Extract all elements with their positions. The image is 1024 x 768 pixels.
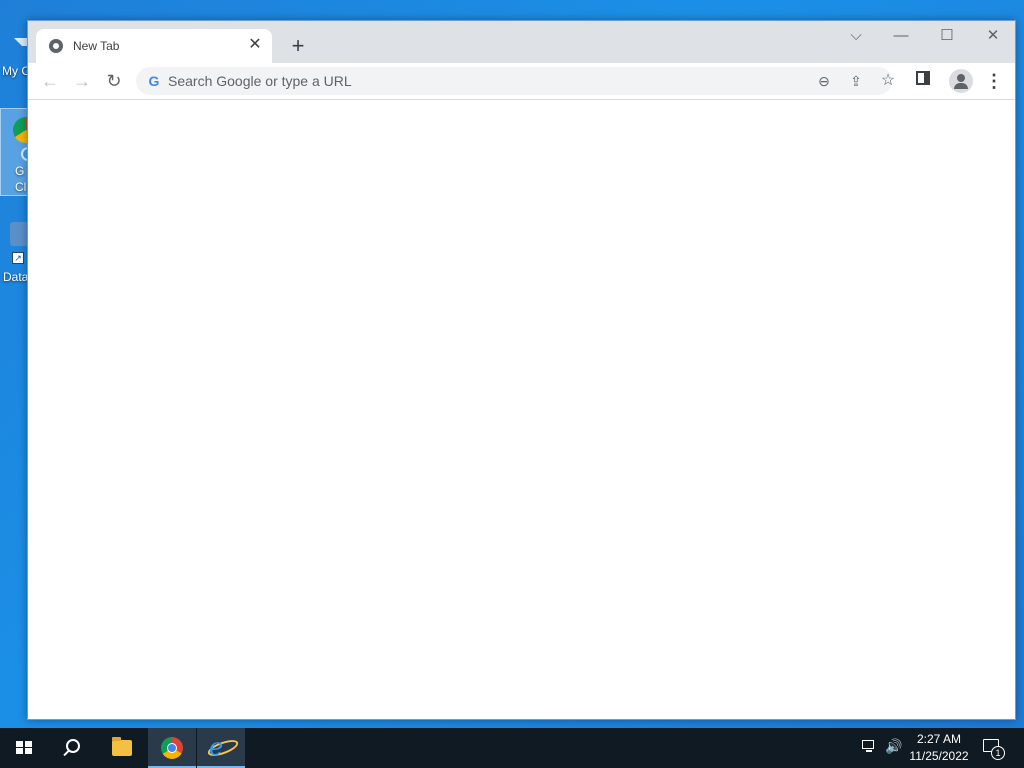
tab-title: New Tab <box>73 39 120 53</box>
chrome-icon <box>161 737 183 759</box>
clock-date: 11/25/2022 <box>909 749 969 763</box>
chrome-favicon-icon <box>49 39 63 53</box>
taskbar-search-button[interactable] <box>48 728 96 768</box>
taskbar: e 🔊 2:27 AM 11/25/2022 1 <box>0 728 1024 768</box>
file-explorer-button[interactable] <box>98 728 146 768</box>
desktop-icon-label: Data <box>3 270 28 284</box>
desktop-icon-data[interactable]: ↗ Data <box>0 216 28 286</box>
volume-icon[interactable]: 🔊 <box>885 738 902 755</box>
kebab-menu-icon[interactable]: ⋮ <box>982 69 1006 93</box>
network-icon[interactable] <box>862 740 878 754</box>
desktop-icon-my-computer[interactable]: My C <box>0 10 28 80</box>
url-input[interactable] <box>168 71 788 91</box>
desktop-icon-label: My C <box>2 64 28 78</box>
system-clock[interactable]: 2:27 AM 11/25/2022 <box>904 731 974 765</box>
google-g-icon: G <box>148 73 160 89</box>
zoom-out-icon[interactable]: ⊖ <box>812 69 836 93</box>
address-bar[interactable]: G ⊖ ⇪ ☆ <box>136 67 895 95</box>
desktop-icon-label: G Cl <box>15 164 27 194</box>
clock-time: 2:27 AM <box>916 732 962 746</box>
tab-strip: New Tab ✕ + ⌵ — ☐ ✕ <box>28 21 1015 63</box>
new-tab-button[interactable]: + <box>286 35 310 59</box>
page-content <box>28 100 1015 719</box>
notification-count-badge: 1 <box>991 746 1005 760</box>
desktop-icon-google-chrome[interactable]: G Cl <box>0 108 28 196</box>
start-button[interactable] <box>0 728 48 768</box>
chrome-taskbar-button[interactable] <box>148 728 196 768</box>
maximize-button[interactable]: ☐ <box>927 25 967 47</box>
minimize-button[interactable]: — <box>881 25 921 47</box>
profile-avatar-icon[interactable] <box>949 69 973 93</box>
tab-close-icon[interactable]: ✕ <box>246 36 264 54</box>
computer-icon <box>14 38 28 60</box>
folder-icon <box>112 737 132 756</box>
tab-new-tab[interactable]: New Tab ✕ <box>36 29 272 63</box>
windows-logo-icon <box>16 741 32 755</box>
tab-search-chevron-icon[interactable]: ⌵ <box>836 25 876 47</box>
internet-explorer-icon: e <box>209 733 224 761</box>
chrome-icon <box>13 117 27 143</box>
share-icon[interactable]: ⇪ <box>844 69 868 93</box>
reload-icon[interactable]: ↻ <box>100 67 128 95</box>
search-icon <box>66 739 80 753</box>
browser-toolbar: ← → ↻ G ⊖ ⇪ ☆ ⋮ <box>28 63 1015 100</box>
data-shortcut-icon <box>10 222 28 246</box>
back-arrow-icon[interactable]: ← <box>36 67 64 95</box>
close-window-button[interactable]: ✕ <box>973 25 1013 47</box>
internet-explorer-button[interactable]: e <box>197 728 245 768</box>
browser-window: New Tab ✕ + ⌵ — ☐ ✕ ← → ↻ G ⊖ ⇪ ☆ ⋮ <box>27 20 1016 720</box>
shortcut-arrow-icon: ↗ <box>12 252 24 264</box>
bookmark-star-icon[interactable]: ☆ <box>876 69 900 93</box>
side-panel-icon[interactable] <box>916 71 930 85</box>
forward-arrow-icon[interactable]: → <box>68 67 96 95</box>
action-center-button[interactable]: 1 <box>980 736 1005 760</box>
